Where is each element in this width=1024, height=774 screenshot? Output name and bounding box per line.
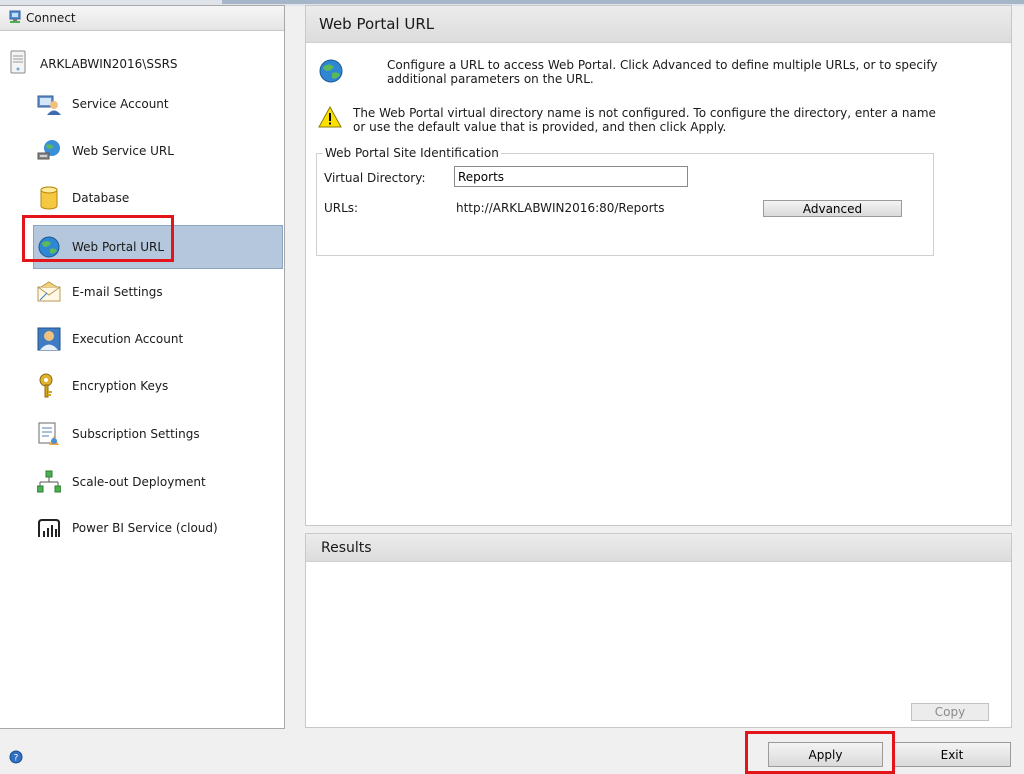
subscription-icon	[36, 421, 62, 447]
globe-icon	[36, 234, 62, 260]
intro-text: Configure a URL to access Web Portal. Cl…	[387, 58, 938, 86]
nav-item-service-account[interactable]: Service Account	[36, 84, 284, 124]
nav-label: Subscription Settings	[72, 427, 200, 441]
warning-section: The Web Portal virtual directory name is…	[318, 105, 938, 134]
sidebar: Connect ARKLABWIN2016\SSRS Service Accou…	[0, 5, 285, 729]
nav-item-encryption-keys[interactable]: Encryption Keys	[36, 366, 284, 406]
virtual-directory-input[interactable]	[454, 166, 688, 187]
warning-text: The Web Portal virtual directory name is…	[353, 106, 936, 134]
nav-item-power-bi-service[interactable]: Power BI Service (cloud)	[36, 508, 284, 548]
server-name: ARKLABWIN2016\SSRS	[40, 56, 178, 71]
globe-icon	[318, 58, 344, 87]
warning-icon	[318, 105, 342, 134]
database-icon	[36, 185, 62, 211]
nav-label: Encryption Keys	[72, 379, 169, 393]
results-panel: Results Copy	[305, 533, 1012, 728]
keys-icon	[36, 373, 62, 399]
server-node[interactable]: ARKLABWIN2016\SSRS	[10, 50, 178, 77]
copy-button[interactable]: Copy	[911, 703, 989, 721]
nav-item-email-settings[interactable]: E-mail Settings	[36, 272, 284, 312]
nav-label: Web Service URL	[72, 144, 174, 158]
svg-text:?: ?	[14, 754, 19, 764]
nav-label: Web Portal URL	[72, 240, 165, 254]
virtual-directory-label: Virtual Directory:	[324, 171, 426, 185]
page-title: Web Portal URL	[306, 6, 1011, 43]
main-panel: Web Portal URL Configure a URL to access…	[305, 5, 1012, 526]
advanced-button[interactable]: Advanced	[763, 200, 902, 217]
connect-button[interactable]: Connect	[0, 6, 284, 31]
nav-label: E-mail Settings	[72, 285, 163, 299]
connect-label: Connect	[26, 11, 76, 25]
nav-label: Database	[72, 191, 130, 205]
window-title-strip	[222, 0, 1024, 4]
nav-item-subscription-settings[interactable]: Subscription Settings	[36, 414, 284, 454]
nav-label: Execution Account	[72, 332, 184, 346]
results-title: Results	[306, 534, 1011, 562]
nav-item-web-service-url[interactable]: Web Service URL	[36, 131, 284, 171]
nav-item-scale-out-deployment[interactable]: Scale-out Deployment	[36, 462, 284, 502]
help-icon[interactable]: ?	[9, 750, 23, 764]
user-icon	[36, 326, 62, 352]
exit-button[interactable]: Exit	[893, 742, 1011, 767]
connect-icon	[8, 10, 22, 27]
group-title: Web Portal Site Identification	[325, 146, 499, 160]
url-value: http://ARKLABWIN2016:80/Reports	[456, 201, 665, 215]
intro-section: Configure a URL to access Web Portal. Cl…	[318, 58, 957, 87]
apply-button[interactable]: Apply	[768, 742, 883, 767]
nav-label: Service Account	[72, 97, 169, 111]
power-bi-icon	[36, 515, 62, 541]
nav-item-execution-account[interactable]: Execution Account	[36, 319, 284, 359]
nav-item-database[interactable]: Database	[36, 178, 284, 218]
network-icon	[36, 469, 62, 495]
nav-label: Power BI Service (cloud)	[72, 521, 218, 535]
urls-label: URLs:	[324, 201, 359, 215]
server-icon	[10, 50, 26, 77]
email-icon	[36, 279, 62, 305]
web-service-url-icon	[36, 138, 62, 164]
service-account-icon	[36, 91, 62, 117]
nav-item-web-portal-url[interactable]: Web Portal URL	[33, 225, 283, 269]
nav-label: Scale-out Deployment	[72, 475, 206, 489]
